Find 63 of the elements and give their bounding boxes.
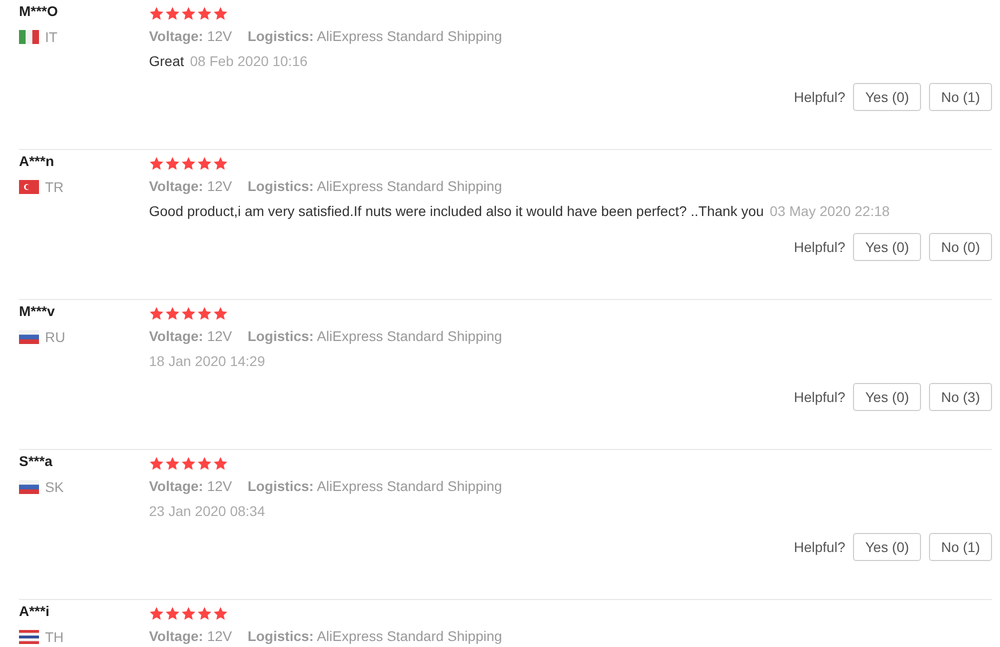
star-icon [197,6,212,20]
star-icon [197,156,212,170]
reviewer-name: M***O [19,3,59,20]
flag-icon [19,630,39,644]
review-date: 23 Jan 2020 08:34 [149,503,265,519]
helpful-label: Helpful? [794,89,846,105]
no-button[interactable]: No (3) [929,383,992,411]
reviewer-name: S***a [19,453,54,470]
star-icon [197,456,212,470]
product-attributes: Voltage: 12V Logistics: AliExpress Standard Shipping [149,628,504,644]
no-button[interactable]: No (1) [929,83,992,111]
star-icon [181,456,196,470]
star-icon [213,606,228,620]
star-icon [213,156,228,170]
star-icon [149,456,164,470]
star-icon [181,306,196,320]
helpful-label: Helpful? [794,389,846,405]
flag-icon [19,180,39,194]
review-date: 08 Feb 2020 10:16 [190,53,308,69]
yes-button[interactable]: Yes (0) [853,83,922,111]
no-button[interactable]: No (0) [929,233,992,261]
star-icon [165,606,180,620]
star-icon [213,456,228,470]
no-button[interactable]: No (1) [929,533,992,561]
star-icon [181,6,196,20]
star-icon [213,6,228,20]
product-attributes: Voltage: 12V Logistics: AliExpress Standard Shipping [149,478,504,494]
helpful-label: Helpful? [794,539,846,555]
country-code: IT [45,29,58,45]
star-icon [149,6,164,20]
product-attributes: Voltage: 12V Logistics: AliExpress Standard Shipping [149,328,504,344]
star-icon [149,156,164,170]
review-date: 03 May 2020 22:18 [770,203,890,219]
yes-button[interactable]: Yes (0) [853,233,922,261]
review-text: Good product,i am very satisfied.If nuts were included also it would have been perfect? ..Thank you [149,203,764,219]
flag-icon [19,30,39,44]
star-icon [149,306,164,320]
reviewer-name: M***v [19,303,56,320]
country-code: SK [45,479,64,495]
yes-button[interactable]: Yes (0) [853,533,922,561]
review-text: Great [149,53,184,69]
star-icon [213,306,228,320]
country-code: RU [45,329,66,345]
reviewer-name: A***i [19,603,50,620]
star-icon [165,456,180,470]
country-code: TH [45,629,64,645]
star-icon [197,606,212,620]
star-icon [165,306,180,320]
product-attributes: Voltage: 12V Logistics: AliExpress Standard Shipping [149,28,504,44]
yes-button[interactable]: Yes (0) [853,383,922,411]
helpful-label: Helpful? [794,239,846,255]
star-icon [181,606,196,620]
review-date: 18 Jan 2020 14:29 [149,353,265,369]
star-icon [149,606,164,620]
flag-icon [19,480,39,494]
product-attributes: Voltage: 12V Logistics: AliExpress Standard Shipping [149,178,504,194]
star-icon [165,156,180,170]
star-icon [165,6,180,20]
flag-icon [19,330,39,344]
star-icon [181,156,196,170]
star-icon [197,306,212,320]
reviewer-name: A***n [19,153,56,170]
country-code: TR [45,179,64,195]
